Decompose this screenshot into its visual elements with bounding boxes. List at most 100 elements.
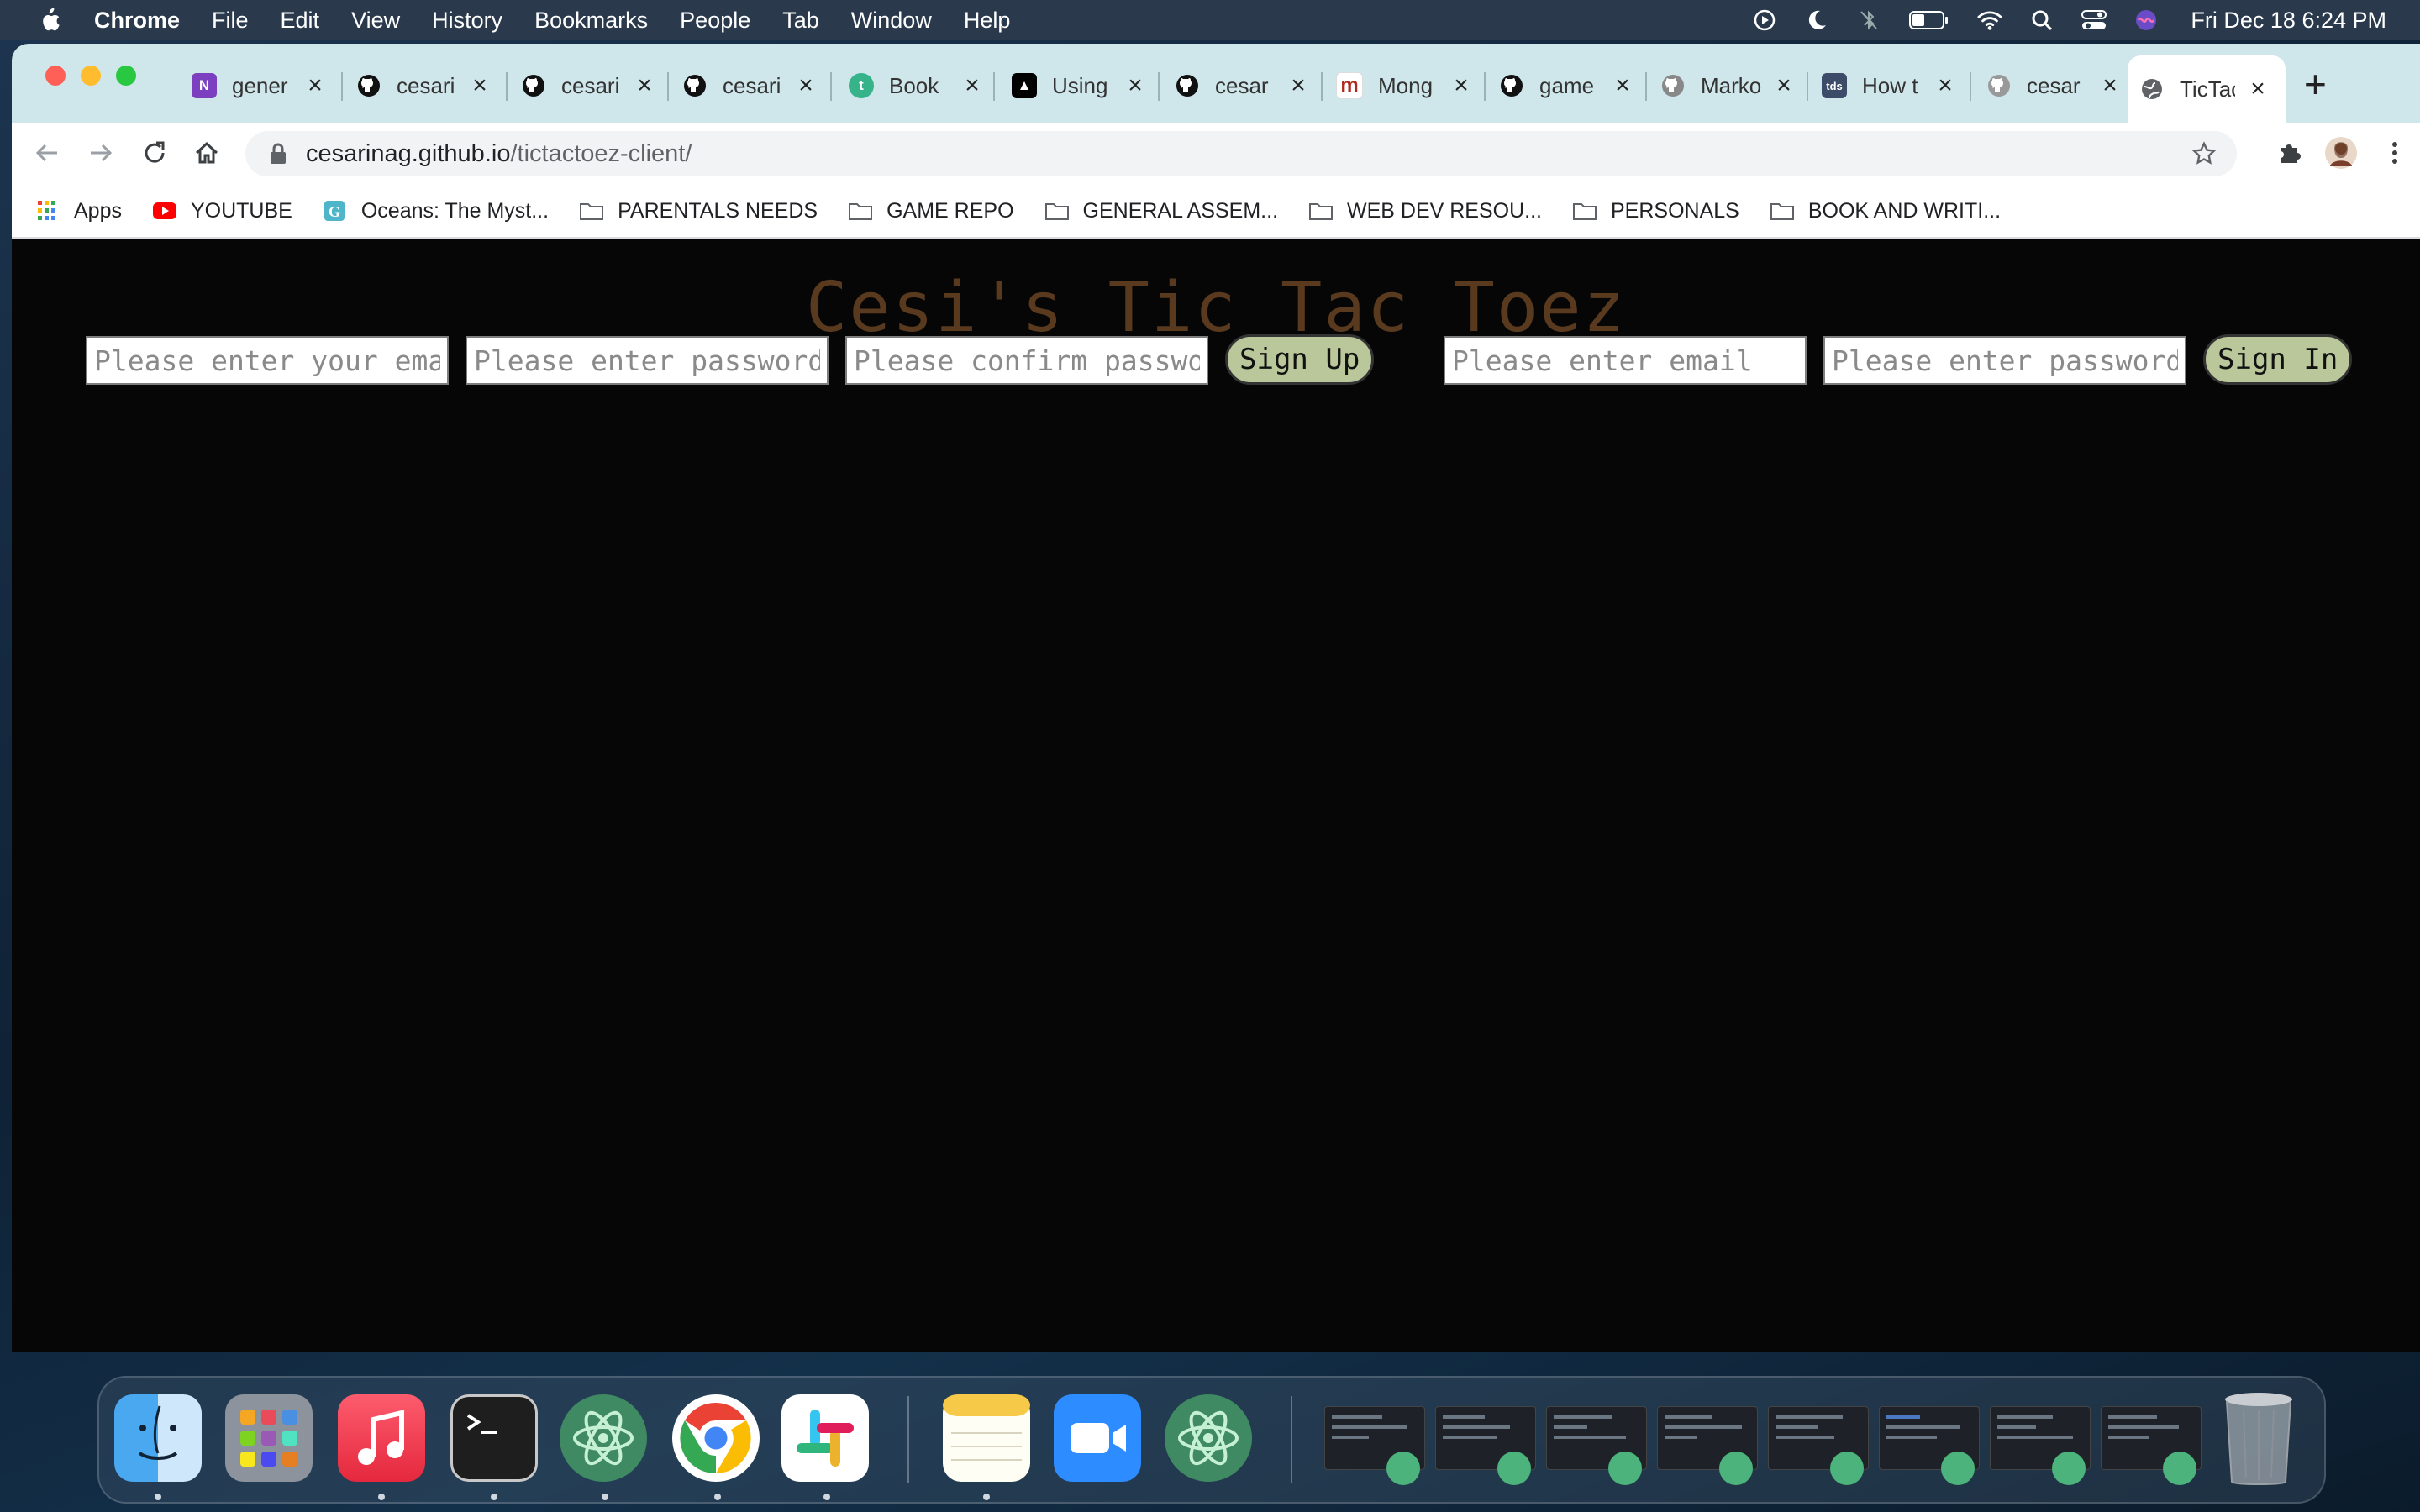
address-bar[interactable]: cesarinag.github.io/tictactoez-client/: [245, 131, 2237, 176]
spotlight-search-icon[interactable]: [2029, 8, 2054, 33]
menu-bookmarks[interactable]: Bookmarks: [534, 8, 648, 34]
tab-close-icon[interactable]: ×: [632, 71, 657, 100]
bookmark-folder-web-dev[interactable]: WEB DEV RESOU...: [1308, 199, 1542, 223]
tab[interactable]: N gener ×: [180, 55, 328, 116]
tab[interactable]: game ×: [1487, 55, 1635, 116]
terminal-icon[interactable]: [450, 1394, 538, 1482]
tab-close-icon[interactable]: ×: [793, 71, 818, 100]
tab-close-icon[interactable]: ×: [960, 71, 985, 100]
menu-bar: Chrome File Edit View History Bookmarks …: [0, 0, 2420, 40]
bookmark-folder-parentals[interactable]: PARENTALS NEEDS: [579, 199, 818, 223]
back-button[interactable]: [30, 136, 64, 170]
menu-history[interactable]: History: [432, 8, 502, 34]
tab-close-icon[interactable]: ×: [1449, 71, 1474, 100]
tab-close-icon[interactable]: ×: [1123, 71, 1148, 100]
profile-avatar[interactable]: [2324, 136, 2358, 170]
bookmark-label: PARENTALS NEEDS: [618, 198, 818, 223]
bookmark-folder-personals[interactable]: PERSONALS: [1572, 199, 1739, 223]
tab-close-icon[interactable]: ×: [1771, 71, 1797, 100]
atom-icon[interactable]: [560, 1394, 647, 1482]
tab[interactable]: cesar ×: [1163, 55, 1311, 116]
zoom-icon[interactable]: [1054, 1394, 1141, 1482]
menu-edit[interactable]: Edit: [281, 8, 320, 34]
bookmark-folder-book-writing[interactable]: BOOK AND WRITI...: [1770, 199, 2001, 223]
close-window-button[interactable]: [45, 66, 66, 86]
github-icon: [1499, 73, 1524, 98]
dock: [97, 1376, 2326, 1504]
atom-icon[interactable]: [1165, 1394, 1252, 1482]
reload-button[interactable]: [138, 136, 171, 170]
tab[interactable]: ▲ Using ×: [1000, 55, 1148, 116]
finder-icon[interactable]: [114, 1394, 202, 1482]
signup-email-input[interactable]: [86, 336, 449, 385]
tab[interactable]: tds How t ×: [1810, 55, 1958, 116]
atom-badge-icon: [1608, 1452, 1642, 1485]
tab[interactable]: m Mong ×: [1324, 55, 1474, 116]
new-tab-button[interactable]: +: [2304, 62, 2327, 106]
zoom-window-button[interactable]: [116, 66, 136, 86]
tab[interactable]: t Book ×: [837, 55, 985, 116]
notes-icon[interactable]: [943, 1394, 1030, 1482]
bookmark-label: GENERAL ASSEM...: [1082, 198, 1279, 223]
signup-password-input[interactable]: [466, 336, 829, 385]
url-text[interactable]: cesarinag.github.io/tictactoez-client/: [306, 140, 692, 168]
home-button[interactable]: [190, 136, 224, 170]
chrome-icon[interactable]: [672, 1394, 760, 1482]
forward-button[interactable]: [84, 136, 118, 170]
menu-help[interactable]: Help: [964, 8, 1011, 34]
folder-icon: [1770, 203, 1794, 220]
menu-app-name[interactable]: Chrome: [94, 8, 180, 34]
slack-icon[interactable]: [781, 1394, 869, 1482]
tab-title: How t: [1862, 72, 1918, 98]
bluetooth-off-icon[interactable]: [1856, 8, 1881, 33]
tab[interactable]: cesari ×: [671, 55, 818, 116]
bookmark-folder-game-repo[interactable]: GAME REPO: [848, 199, 1014, 223]
tab-close-icon[interactable]: ×: [1610, 71, 1635, 100]
tab-close-icon[interactable]: ×: [2097, 71, 2123, 100]
tab-close-icon[interactable]: ×: [467, 71, 492, 100]
menu-people[interactable]: People: [680, 8, 750, 34]
tab[interactable]: Marko ×: [1649, 55, 1797, 116]
menu-file[interactable]: File: [212, 8, 249, 34]
play-icon[interactable]: [1752, 8, 1777, 33]
clock[interactable]: Fri Dec 18 6:24 PM: [2191, 8, 2386, 34]
wifi-icon[interactable]: [1977, 8, 2002, 33]
minimize-window-button[interactable]: [81, 66, 101, 86]
signin-password-input[interactable]: [1823, 336, 2186, 385]
trash-icon[interactable]: [2218, 1389, 2299, 1487]
tab-close-icon[interactable]: ×: [302, 71, 328, 100]
folder-icon: [1044, 203, 1069, 220]
lock-icon[interactable]: [269, 143, 287, 165]
github-icon: [521, 73, 546, 98]
bookmark-folder-general-assembly[interactable]: GENERAL ASSEM...: [1044, 199, 1278, 223]
chrome-menu-icon[interactable]: [2378, 136, 2412, 170]
siri-icon[interactable]: [2133, 8, 2159, 33]
tab[interactable]: cesar ×: [1975, 55, 2123, 116]
tab-close-icon[interactable]: ×: [1933, 71, 1958, 100]
signin-email-input[interactable]: [1444, 336, 1807, 385]
tab[interactable]: cesari ×: [509, 55, 657, 116]
control-center-icon[interactable]: [2081, 8, 2107, 33]
extensions-puzzle-icon[interactable]: [2272, 136, 2306, 170]
launchpad-icon[interactable]: [225, 1394, 313, 1482]
bookmark-apps[interactable]: Apps: [35, 199, 122, 223]
signup-confirm-password-input[interactable]: [845, 336, 1208, 385]
menu-tab[interactable]: Tab: [782, 8, 819, 34]
sign-in-button[interactable]: Sign In: [2203, 334, 2353, 385]
tab-close-icon[interactable]: ×: [2245, 75, 2270, 103]
tab[interactable]: cesari ×: [345, 55, 492, 116]
tab-close-icon[interactable]: ×: [1286, 71, 1311, 100]
moon-icon[interactable]: [1804, 8, 1829, 33]
bookmark-star-icon[interactable]: [2191, 141, 2217, 166]
bookmark-youtube[interactable]: YOUTUBE: [152, 199, 292, 223]
apple-menu-icon[interactable]: [37, 7, 60, 34]
menu-view[interactable]: View: [351, 8, 400, 34]
tab-active[interactable]: TicTac ×: [2128, 55, 2286, 123]
music-icon[interactable]: [338, 1394, 425, 1482]
sign-up-button[interactable]: Sign Up: [1225, 334, 1375, 385]
atom-badge-icon: [2052, 1452, 2086, 1485]
battery-icon[interactable]: [1908, 8, 1950, 33]
menu-window[interactable]: Window: [851, 8, 932, 34]
tds-icon: tds: [1822, 73, 1847, 98]
bookmark-oceans[interactable]: G Oceans: The Myst...: [323, 199, 549, 223]
